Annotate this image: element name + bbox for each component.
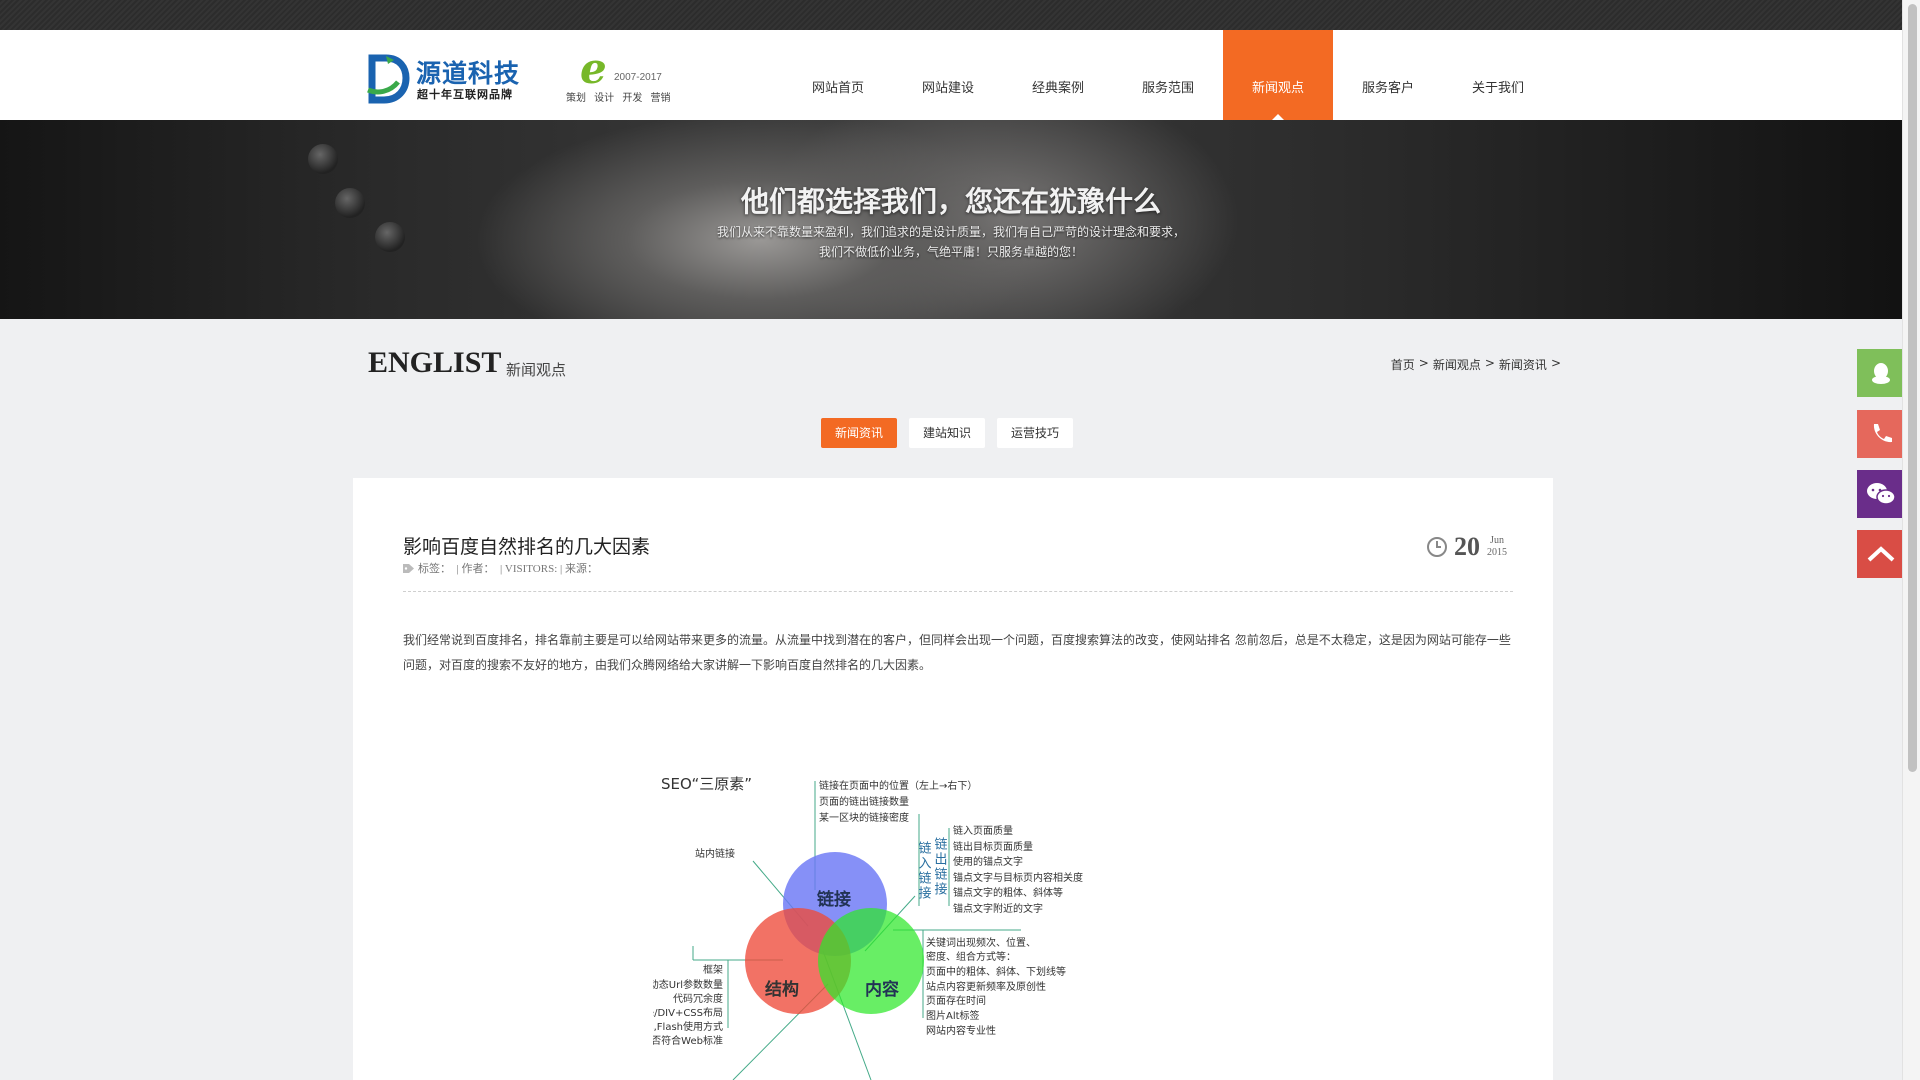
back-to-top-button[interactable] <box>1857 530 1905 578</box>
article-meta: 标签： | 作者： | VISITORS: | 来源： <box>403 560 598 576</box>
qq-contact-button[interactable] <box>1857 349 1905 397</box>
date-year: 2015 <box>1487 547 1507 558</box>
hero-banner: 他们都选择我们，您还在犹豫什么 我们从来不靠数量来盈利，我们追求的是设计质量，我… <box>0 120 1902 319</box>
content-right-item: 网站内容专业性 <box>926 1024 996 1037</box>
qq-icon <box>1872 363 1890 384</box>
wechat-contact-button[interactable] <box>1857 470 1905 518</box>
structure-left-item: js,Flash使用方式 <box>653 1020 723 1033</box>
nav-clients[interactable]: 服务客户 <box>1333 30 1443 120</box>
banner-text: 我们从来不靠数量来盈利，我们追求的是设计质量，我们有自己严苛的设计理念和要求， … <box>0 222 1902 262</box>
banner-title: 他们都选择我们，您还在犹豫什么 <box>740 185 1161 218</box>
nav-home[interactable]: 网站首页 <box>783 30 893 120</box>
main-nav: 网站首页 网站建设 经典案例 服务范围 新闻观点 服务客户 关于我们 <box>783 30 1553 120</box>
tab-build-knowledge[interactable]: 建站知识 <box>909 418 986 448</box>
links-right-item: 锚点文字与目标页内容相关度 <box>953 871 1083 884</box>
tab-news-info[interactable]: 新闻资讯 <box>821 418 898 448</box>
structure-left-item: 代码是否符合Web标准 <box>653 1034 723 1047</box>
wechat-icon <box>1867 483 1896 505</box>
content-right-item: 图片Alt标签 <box>926 1009 980 1022</box>
article-card: 影响百度自然排名的几大因素 标签： | 作者： | VISITORS: | 来源… <box>353 478 1553 1080</box>
top-strip <box>0 0 1902 30</box>
site-logo[interactable]: 源道科技 超十年互联网品牌 <box>366 52 526 108</box>
nav-website-build[interactable]: 网站建设 <box>893 30 1003 120</box>
nav-services[interactable]: 服务范围 <box>1113 30 1223 120</box>
logo-mark-icon <box>367 54 410 104</box>
links-right-item: 链出目标页面质量 <box>953 840 1033 853</box>
internal-link-label: 站内链接 <box>695 847 735 860</box>
date-day: 20 <box>1454 532 1480 561</box>
structure-left-item: 动态Url参数数量 <box>653 978 723 991</box>
tag-icon <box>403 563 414 573</box>
circle-content-label: 内容 <box>865 979 899 1000</box>
breadcrumb-separator: > <box>1550 356 1561 370</box>
links-top-item: 页面的链出链接数量 <box>819 795 909 808</box>
scrollbar-thumb[interactable] <box>1908 4 1917 772</box>
seo-diagram: SEO“三原素” 链接 结构 内容 链接在页面中的位置（左上→右下） 页面的链出… <box>653 775 1083 1080</box>
links-top-item: 链接在页面中的位置（左上→右下） <box>819 779 977 792</box>
breadcrumb-separator: > <box>1418 356 1429 370</box>
structure-left-item: 代码冗余度 <box>673 992 723 1005</box>
breadcrumb: 首页 > 新闻观点 > 新闻资讯 > <box>1391 356 1561 373</box>
article-date: 20 Jun 2015 <box>1426 532 1507 562</box>
nav-news[interactable]: 新闻观点 <box>1223 30 1333 120</box>
site-header: 源道科技 超十年互联网品牌 e 2007-2017 策划 设计 开发 营销 网站… <box>0 30 1902 120</box>
content-right-item: 关键词出现频次、位置、 <box>926 936 1036 949</box>
e-logo-icon: e <box>580 44 607 93</box>
structure-left-item: Table/DIV+CSS布局 <box>653 1007 723 1019</box>
breadcrumb-home[interactable]: 首页 <box>1391 356 1415 373</box>
phone-contact-button[interactable] <box>1857 410 1905 458</box>
breadcrumb-news-info[interactable]: 新闻资讯 <box>1499 356 1547 373</box>
category-tabs: 新闻资讯 建站知识 运营技巧 <box>821 418 1074 448</box>
chevron-up-icon <box>1867 546 1895 562</box>
title-divider <box>403 591 1513 592</box>
content-right-item: 密度、组合方式等： <box>926 950 1016 963</box>
article-meta-text: 标签： | 作者： | VISITORS: | 来源： <box>418 563 598 575</box>
page-scrollbar[interactable] <box>1902 0 1920 1080</box>
inbound-link-label: 链入链接 <box>916 841 932 901</box>
article-title: 影响百度自然排名的几大因素 <box>403 536 651 558</box>
phone-icon <box>1873 424 1892 443</box>
banner-line-1: 我们从来不靠数量来盈利，我们追求的是设计质量，我们有自己严苛的设计理念和要求， <box>716 225 1185 239</box>
links-right-item: 锚点文字的粗体、斜体等 <box>953 886 1063 899</box>
date-month-year: Jun 2015 <box>1487 535 1507 559</box>
nav-cases[interactable]: 经典案例 <box>1003 30 1113 120</box>
logo-title: 源道科技 <box>416 59 521 88</box>
content-right-item: 页面中的粗体、斜体、下划线等 <box>926 965 1066 978</box>
article-body: 我们经常说到百度排名，排名靠前主要是可以给网站带来更多的流量。从流量中找到潜在的… <box>403 633 1511 672</box>
outbound-link-label: 链出链接 <box>932 837 948 897</box>
breadcrumb-news[interactable]: 新闻观点 <box>1433 356 1481 373</box>
clock-icon <box>1427 537 1447 557</box>
content-right-item: 页面存在时间 <box>926 994 986 1007</box>
suit-button-decoration <box>308 144 338 174</box>
circle-structure-label: 结构 <box>765 979 799 1000</box>
tab-operation-tips[interactable]: 运营技巧 <box>997 418 1074 448</box>
links-right-item: 锚点文字附近的文字 <box>953 902 1043 915</box>
section-title: ENGLIST <box>368 346 502 379</box>
structure-left-item: 框架 <box>703 963 723 976</box>
links-top-item: 某一区块的链接密度 <box>819 811 909 824</box>
logo-subtitle: 超十年互联网品牌 <box>417 88 513 101</box>
breadcrumb-separator: > <box>1484 356 1495 370</box>
anniversary-mark: e 2007-2017 策划 设计 开发 营销 <box>566 44 696 108</box>
anniversary-years: 2007-2017 <box>614 72 662 83</box>
anniversary-words: 策划 设计 开发 营销 <box>566 93 671 104</box>
content-right-item: 站点内容更新频率及原创性 <box>926 980 1046 993</box>
links-right-item: 使用的锚点文字 <box>953 855 1023 868</box>
diagram-heading: SEO“三原素” <box>661 775 752 793</box>
links-right-item: 链入页面质量 <box>953 824 1013 837</box>
banner-line-2: 我们不做低价业务，气绝平庸！只服务卓越的您！ <box>818 245 1083 259</box>
date-month: Jun <box>1490 535 1504 546</box>
section-subtitle: 新闻观点 <box>506 361 567 379</box>
circle-links-label: 链接 <box>817 889 851 910</box>
nav-about[interactable]: 关于我们 <box>1443 30 1553 120</box>
